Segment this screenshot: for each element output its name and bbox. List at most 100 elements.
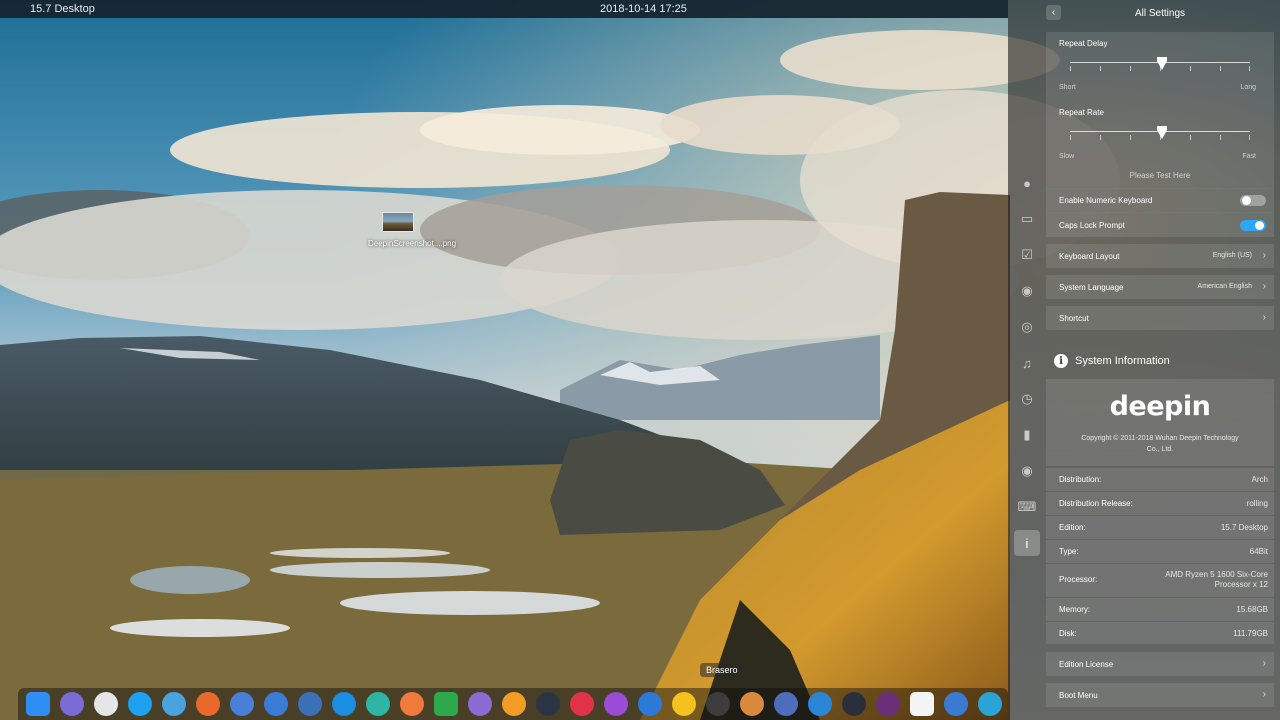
repeat-delay-min-label: Short bbox=[1059, 84, 1076, 91]
info-row: Distribution Release: rolling bbox=[1046, 492, 1274, 515]
chevron-right-icon: › bbox=[1262, 312, 1266, 323]
info-row-value: 15.7 Desktop bbox=[1220, 523, 1268, 532]
game-icon[interactable] bbox=[570, 692, 594, 716]
settings-category-list: ● ▭ ☑ ◉ ◎ ♫ ◷ ▮ ◉ ⌨ i bbox=[1012, 170, 1042, 566]
default-apps-icon[interactable]: ☑ bbox=[1014, 242, 1040, 268]
deepin-logo: deepin bbox=[1109, 391, 1211, 422]
qbittorrent-icon[interactable] bbox=[264, 692, 288, 716]
notes-icon[interactable] bbox=[366, 692, 390, 716]
info-row-label: Disk: bbox=[1059, 629, 1077, 638]
repeat-rate-handle[interactable] bbox=[1157, 126, 1167, 139]
edition-license-label: Edition License bbox=[1059, 660, 1114, 669]
skype-icon[interactable] bbox=[128, 692, 152, 716]
windows-app-icon[interactable] bbox=[910, 692, 934, 716]
drawing-icon[interactable] bbox=[774, 692, 798, 716]
back-button[interactable]: ‹ bbox=[1046, 5, 1061, 20]
video-icon[interactable] bbox=[672, 692, 696, 716]
system-language-label: System Language bbox=[1059, 283, 1124, 292]
personalization-icon[interactable]: ◉ bbox=[1014, 278, 1040, 304]
shortcut-label: Shortcut bbox=[1059, 314, 1089, 323]
panel-header: ‹ All Settings bbox=[1008, 0, 1280, 28]
system-monitor-icon[interactable] bbox=[978, 692, 1002, 716]
info-row: Memory: 15.68GB bbox=[1046, 598, 1274, 621]
mouse-icon[interactable]: ◉ bbox=[1014, 458, 1040, 484]
copyright-text: Copyright © 2011-2018 Wuhan Deepin Techn… bbox=[1081, 435, 1239, 453]
podcast-icon[interactable] bbox=[876, 692, 900, 716]
messenger-icon[interactable] bbox=[162, 692, 186, 716]
deepin-logo-card: deepin Copyright © 2011-2018 Wuhan Deepi… bbox=[1046, 379, 1274, 466]
repeat-rate-max-label: Fast bbox=[1242, 153, 1256, 160]
clock[interactable]: 2018-10-14 17:25 bbox=[600, 3, 687, 15]
desktop-file-icon[interactable]: DeepinScreenshot....png bbox=[368, 212, 456, 249]
keyboard-layout-label: Keyboard Layout bbox=[1059, 252, 1120, 261]
media-player-icon[interactable] bbox=[638, 692, 662, 716]
info-row-value: AMD Ryzen 5 1600 Six-Core Processor x 12 bbox=[1165, 570, 1268, 589]
chevron-right-icon: › bbox=[1262, 658, 1266, 669]
kodi-icon[interactable] bbox=[536, 692, 560, 716]
cloud-icon[interactable] bbox=[808, 692, 832, 716]
repeat-delay-handle[interactable] bbox=[1157, 57, 1167, 70]
teamviewer-icon[interactable] bbox=[332, 692, 356, 716]
info-row-label: Edition: bbox=[1059, 523, 1086, 532]
store-icon[interactable] bbox=[502, 692, 526, 716]
firefox-icon[interactable] bbox=[196, 692, 220, 716]
info-row-label: Memory: bbox=[1059, 605, 1091, 614]
info-row-label: Type: bbox=[1059, 547, 1079, 556]
info-icon: i bbox=[1054, 354, 1068, 368]
brasero-icon[interactable] bbox=[706, 692, 730, 716]
network-icon[interactable] bbox=[298, 692, 322, 716]
caps-lock-toggle[interactable] bbox=[1240, 220, 1266, 231]
info-row: Distribution: Arch bbox=[1046, 468, 1274, 491]
document-icon[interactable] bbox=[468, 692, 492, 716]
test-input[interactable]: Please Test Here bbox=[1046, 171, 1274, 180]
system-information-title: System Information bbox=[1075, 355, 1170, 367]
file-manager-icon[interactable] bbox=[60, 692, 84, 716]
system-language-row[interactable]: System Language American English › bbox=[1046, 275, 1274, 299]
music-player-icon[interactable] bbox=[604, 692, 628, 716]
power-icon[interactable]: ▮ bbox=[1014, 422, 1040, 448]
top-bar: 15.7 Desktop 2018-10-14 17:25 bbox=[0, 0, 1008, 18]
display-icon[interactable]: ▭ bbox=[1014, 206, 1040, 232]
info-row: Type: 64Bit bbox=[1046, 540, 1274, 563]
keyboard-icon[interactable]: ⌨ bbox=[1014, 494, 1040, 520]
steam-icon[interactable] bbox=[842, 692, 866, 716]
launcher-icon[interactable] bbox=[26, 692, 50, 716]
boot-menu-row[interactable]: Boot Menu › bbox=[1046, 683, 1274, 707]
edition-license-row[interactable]: Edition License › bbox=[1046, 652, 1274, 676]
chevron-right-icon: › bbox=[1262, 250, 1266, 261]
gimp-icon[interactable] bbox=[740, 692, 764, 716]
remote-desktop-icon[interactable] bbox=[944, 692, 968, 716]
info-row-label: Processor: bbox=[1059, 575, 1098, 584]
shortcut-row[interactable]: Shortcut › bbox=[1046, 306, 1274, 330]
panel-title: All Settings bbox=[1134, 8, 1186, 19]
spreadsheet-icon[interactable] bbox=[434, 692, 458, 716]
chevron-right-icon: › bbox=[1262, 689, 1266, 700]
numeric-keyboard-row: Enable Numeric Keyboard bbox=[1046, 189, 1274, 212]
numeric-keyboard-toggle[interactable] bbox=[1240, 195, 1266, 206]
sound-icon[interactable]: ♫ bbox=[1014, 350, 1040, 376]
dock bbox=[18, 688, 1008, 720]
keyboard-layout-value: English (US) bbox=[1212, 252, 1252, 259]
chevron-right-icon: › bbox=[1262, 281, 1266, 292]
info-row-value: 64Bit bbox=[1249, 547, 1268, 556]
time-icon[interactable]: ◷ bbox=[1014, 386, 1040, 412]
image-viewer-icon[interactable] bbox=[400, 692, 424, 716]
keyboard-layout-row[interactable]: Keyboard Layout English (US) › bbox=[1046, 244, 1274, 268]
info-row-label: Distribution Release: bbox=[1059, 499, 1133, 508]
repeat-delay-max-label: Long bbox=[1240, 84, 1256, 91]
dock-tooltip: Brasero bbox=[700, 663, 744, 677]
system-info-icon[interactable]: i bbox=[1014, 530, 1040, 556]
info-row: Disk: 111.79GB bbox=[1046, 622, 1274, 644]
numeric-keyboard-label: Enable Numeric Keyboard bbox=[1059, 196, 1153, 205]
info-row: Edition: 15.7 Desktop bbox=[1046, 516, 1274, 539]
image-thumbnail-icon bbox=[382, 212, 414, 232]
network-icon[interactable]: ◎ bbox=[1014, 314, 1040, 340]
disc-icon[interactable] bbox=[94, 692, 118, 716]
accounts-icon[interactable]: ● bbox=[1014, 170, 1040, 196]
chromium-icon[interactable] bbox=[230, 692, 254, 716]
system-information-header: i System Information bbox=[1054, 352, 1170, 370]
info-row-value: 111.79GB bbox=[1233, 629, 1268, 638]
desktop-edition-label: 15.7 Desktop bbox=[30, 3, 95, 15]
caps-lock-row: Caps Lock Prompt bbox=[1046, 213, 1274, 237]
info-row-value: 15.68GB bbox=[1236, 605, 1268, 614]
